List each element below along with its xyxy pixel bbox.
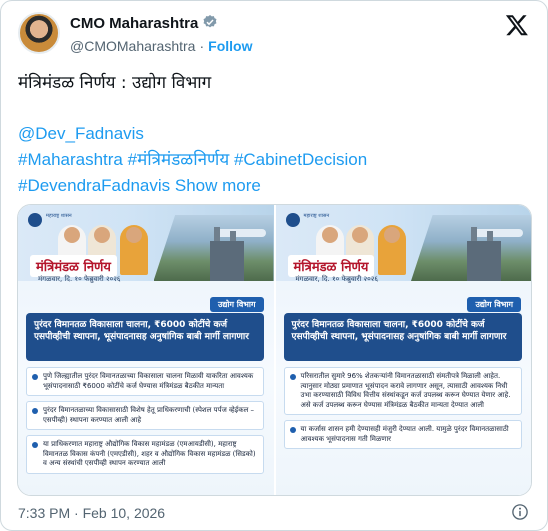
hashtag-link[interactable]: #Maharashtra	[18, 150, 123, 169]
bullet-item: पुरंदर विमानतळाच्या विकासासाठी विशेष हेत…	[26, 401, 264, 430]
timestamp[interactable]: 7:33 PM · Feb 10, 2026	[18, 505, 165, 521]
separator-dot: ·	[199, 38, 205, 54]
verified-badge-icon	[202, 14, 218, 34]
author-name[interactable]: CMO Maharashtra	[70, 14, 218, 34]
follow-button[interactable]: Follow	[208, 38, 252, 54]
tweet-headline-text: मंत्रिमंडळ निर्णय : उद्योग विभाग	[18, 73, 212, 93]
card-headline: पुरंदर विमानतळ विकासाला चालना, ₹6000 कोट…	[26, 313, 264, 361]
x-logo-icon[interactable]	[505, 13, 529, 37]
tweet-headline: मंत्रिमंडळ निर्णय : उद्योग विभाग	[18, 71, 533, 95]
avatar[interactable]	[18, 12, 60, 54]
author-handle[interactable]: @CMOMaharashtra	[70, 38, 195, 54]
emblem-label: महाराष्ट्र शासन	[303, 213, 330, 219]
card-headline: पुरंदर विमानतळ विकासाला चालना, ₹6000 कोट…	[283, 313, 522, 361]
media-grid: महाराष्ट्र शासन मंत्रिमंडळ निर्णय मंगळवा…	[17, 204, 532, 496]
emblem-label: महाराष्ट्र शासन	[46, 213, 72, 219]
card-date: मंगळवार, दि. १० फेब्रुवारी २०२६	[295, 275, 379, 283]
info-icon[interactable]	[511, 503, 529, 521]
bullet-item: या कर्जास शासन हमी देण्यासही मंजुरी देण्…	[283, 420, 522, 449]
hashtag-link[interactable]: #मंत्रिमंडळनिर्णय	[128, 150, 230, 169]
media-image-1[interactable]: महाराष्ट्र शासन मंत्रिमंडळ निर्णय मंगळवा…	[18, 205, 274, 495]
author-handle-row: @CMOMaharashtra · Follow	[70, 38, 252, 54]
bullet-item: पुणे जिल्ह्यातील पुरंदर विमानतळाच्या विक…	[26, 367, 264, 396]
bullet-item: या प्राधिकरणात महाराष्ट्र औद्योगिक विकास…	[26, 435, 264, 474]
tweet-tags: @Dev_Fadnavis #Maharashtra #मंत्रिमंडळनि…	[18, 121, 533, 199]
department-badge: उद्योग विभाग	[209, 297, 264, 312]
mention-link[interactable]: @Dev_Fadnavis	[18, 124, 144, 143]
government-emblem-icon	[28, 213, 42, 227]
tweet-card: CMO Maharashtra @CMOMaharashtra · Follow म…	[0, 0, 548, 531]
author-name-text[interactable]: CMO Maharashtra	[70, 15, 198, 32]
card-title: मंत्रिमंडळ निर्णय	[30, 255, 117, 277]
show-more-link[interactable]: Show more	[175, 176, 261, 195]
bullet-item: परिसरातील सुमारे 96% शेतकऱ्यांनी विमानतळ…	[283, 367, 522, 415]
government-emblem-icon	[285, 213, 300, 227]
hashtag-link[interactable]: #CabinetDecision	[234, 150, 367, 169]
media-image-2[interactable]: महाराष्ट्र शासन मंत्रिमंडळ निर्णय मंगळवा…	[275, 205, 531, 495]
department-badge: उद्योग विभाग	[467, 297, 521, 312]
card-title: मंत्रिमंडळ निर्णय	[287, 255, 375, 277]
hashtag-link[interactable]: #DevendraFadnavis	[18, 176, 170, 195]
bullet-list: पुणे जिल्ह्यातील पुरंदर विमानतळाच्या विक…	[26, 367, 264, 479]
card-date: मंगळवार, दि. १० फेब्रुवारी २०२६	[38, 275, 121, 283]
bullet-list: परिसरातील सुमारे 96% शेतकऱ्यांनी विमानतळ…	[283, 367, 522, 454]
